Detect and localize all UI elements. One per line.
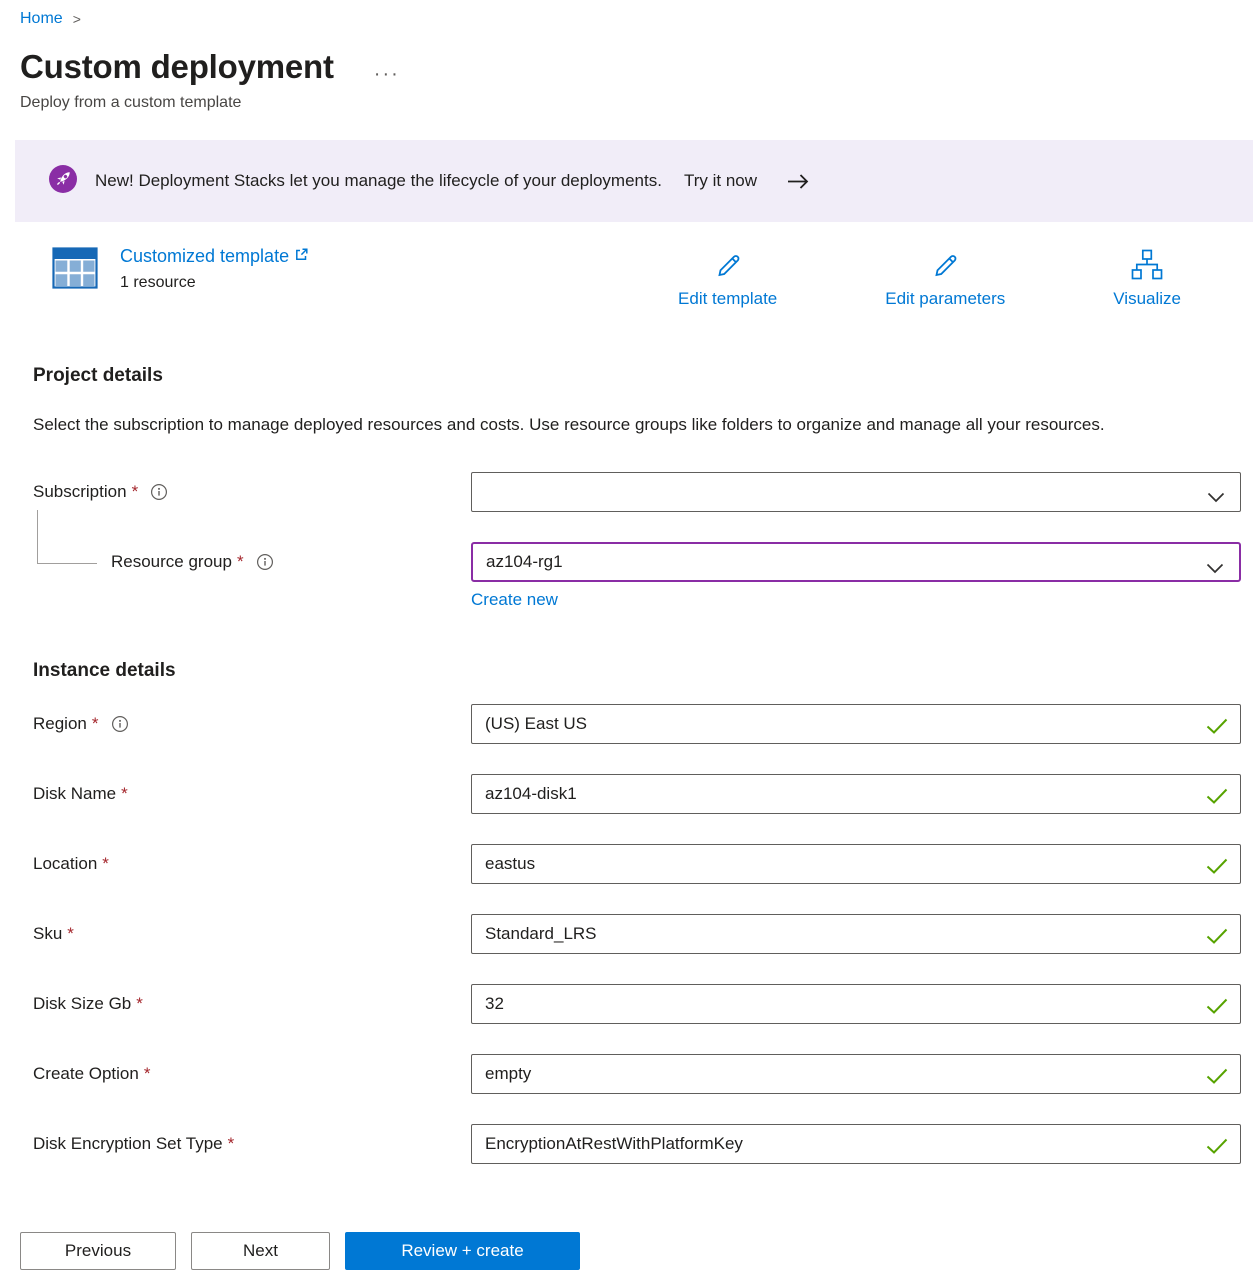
create-new-link[interactable]: Create new xyxy=(471,590,558,610)
required-marker: * xyxy=(67,924,74,944)
create-option-row: Create Option * xyxy=(33,1054,1241,1094)
resource-group-row: Resource group * az104-rg1 xyxy=(33,542,1241,582)
valid-check-icon xyxy=(1206,718,1228,739)
pencil-icon xyxy=(929,249,961,281)
disk-size-row: Disk Size Gb * xyxy=(33,984,1241,1024)
edit-template-button[interactable]: Edit template xyxy=(678,249,777,309)
subscription-dropdown[interactable] xyxy=(471,472,1241,512)
required-marker: * xyxy=(102,854,109,874)
deployment-stacks-banner: New! Deployment Stacks let you manage th… xyxy=(15,140,1253,222)
location-label: Location * xyxy=(33,854,471,874)
region-input[interactable] xyxy=(471,704,1241,744)
instance-details-heading: Instance details xyxy=(33,660,1253,682)
disk-name-label: Disk Name * xyxy=(33,784,471,804)
region-label: Region * xyxy=(33,714,471,734)
hierarchy-icon xyxy=(1130,249,1164,281)
breadcrumb: Home > xyxy=(0,0,1253,28)
project-details-heading: Project details xyxy=(33,365,1253,387)
more-options-button[interactable]: ··· xyxy=(374,55,400,79)
chevron-down-icon xyxy=(1206,559,1224,579)
page-title: Custom deployment xyxy=(20,48,334,86)
valid-check-icon xyxy=(1206,998,1228,1019)
info-icon[interactable] xyxy=(256,553,274,571)
banner-message: New! Deployment Stacks let you manage th… xyxy=(95,171,662,191)
create-option-input[interactable] xyxy=(471,1054,1241,1094)
required-marker: * xyxy=(121,784,128,804)
disk-name-row: Disk Name * xyxy=(33,774,1241,814)
visualize-button[interactable]: Visualize xyxy=(1113,249,1181,309)
valid-check-icon xyxy=(1206,1068,1228,1089)
resource-count: 1 resource xyxy=(120,274,309,292)
review-create-button[interactable]: Review + create xyxy=(345,1232,580,1270)
hierarchy-connector-line xyxy=(37,510,97,564)
next-button[interactable]: Next xyxy=(191,1232,330,1270)
external-link-icon xyxy=(294,247,309,262)
sku-label: Sku * xyxy=(33,924,471,944)
wizard-footer: Previous Next Review + create xyxy=(0,1207,1253,1280)
page-subtitle: Deploy from a custom template xyxy=(20,94,1253,112)
edit-parameters-button[interactable]: Edit parameters xyxy=(885,249,1005,309)
project-details-description: Select the subscription to manage deploy… xyxy=(33,409,1183,440)
chevron-down-icon xyxy=(1207,488,1225,508)
customized-template-link[interactable]: Customized template xyxy=(120,246,309,267)
required-marker: * xyxy=(228,1134,235,1154)
arrow-right-icon[interactable] xyxy=(786,173,810,190)
required-marker: * xyxy=(136,994,143,1014)
required-marker: * xyxy=(144,1064,151,1084)
info-icon[interactable] xyxy=(150,483,168,501)
disk-encryption-set-type-row: Disk Encryption Set Type * xyxy=(33,1124,1241,1164)
banner-try-it-now-link[interactable]: Try it now xyxy=(684,171,757,191)
valid-check-icon xyxy=(1206,858,1228,879)
location-row: Location * xyxy=(33,844,1241,884)
previous-button[interactable]: Previous xyxy=(20,1232,176,1270)
disk-name-input[interactable] xyxy=(471,774,1241,814)
valid-check-icon xyxy=(1206,1138,1228,1159)
disk-size-input[interactable] xyxy=(471,984,1241,1024)
resource-group-label: Resource group * xyxy=(33,552,471,572)
create-option-label: Create Option * xyxy=(33,1064,471,1084)
subscription-row: Subscription * xyxy=(33,472,1241,512)
required-marker: * xyxy=(132,482,139,502)
disk-size-label: Disk Size Gb * xyxy=(33,994,471,1014)
sku-input[interactable] xyxy=(471,914,1241,954)
valid-check-icon xyxy=(1206,928,1228,949)
required-marker: * xyxy=(92,714,99,734)
required-marker: * xyxy=(237,552,244,572)
resource-group-dropdown[interactable]: az104-rg1 xyxy=(471,542,1241,582)
template-summary-bar: Customized template 1 resource Edit temp… xyxy=(52,246,1181,309)
valid-check-icon xyxy=(1206,788,1228,809)
info-icon[interactable] xyxy=(111,715,129,733)
location-input[interactable] xyxy=(471,844,1241,884)
template-icon xyxy=(52,246,98,295)
disk-encryption-set-type-input[interactable] xyxy=(471,1124,1241,1164)
region-row: Region * xyxy=(33,704,1241,744)
subscription-label: Subscription * xyxy=(33,482,471,502)
breadcrumb-home-link[interactable]: Home xyxy=(20,10,63,28)
pencil-icon xyxy=(712,249,744,281)
sku-row: Sku * xyxy=(33,914,1241,954)
rocket-icon xyxy=(48,164,78,199)
disk-encryption-set-type-label: Disk Encryption Set Type * xyxy=(33,1134,471,1154)
breadcrumb-separator: > xyxy=(73,11,81,27)
